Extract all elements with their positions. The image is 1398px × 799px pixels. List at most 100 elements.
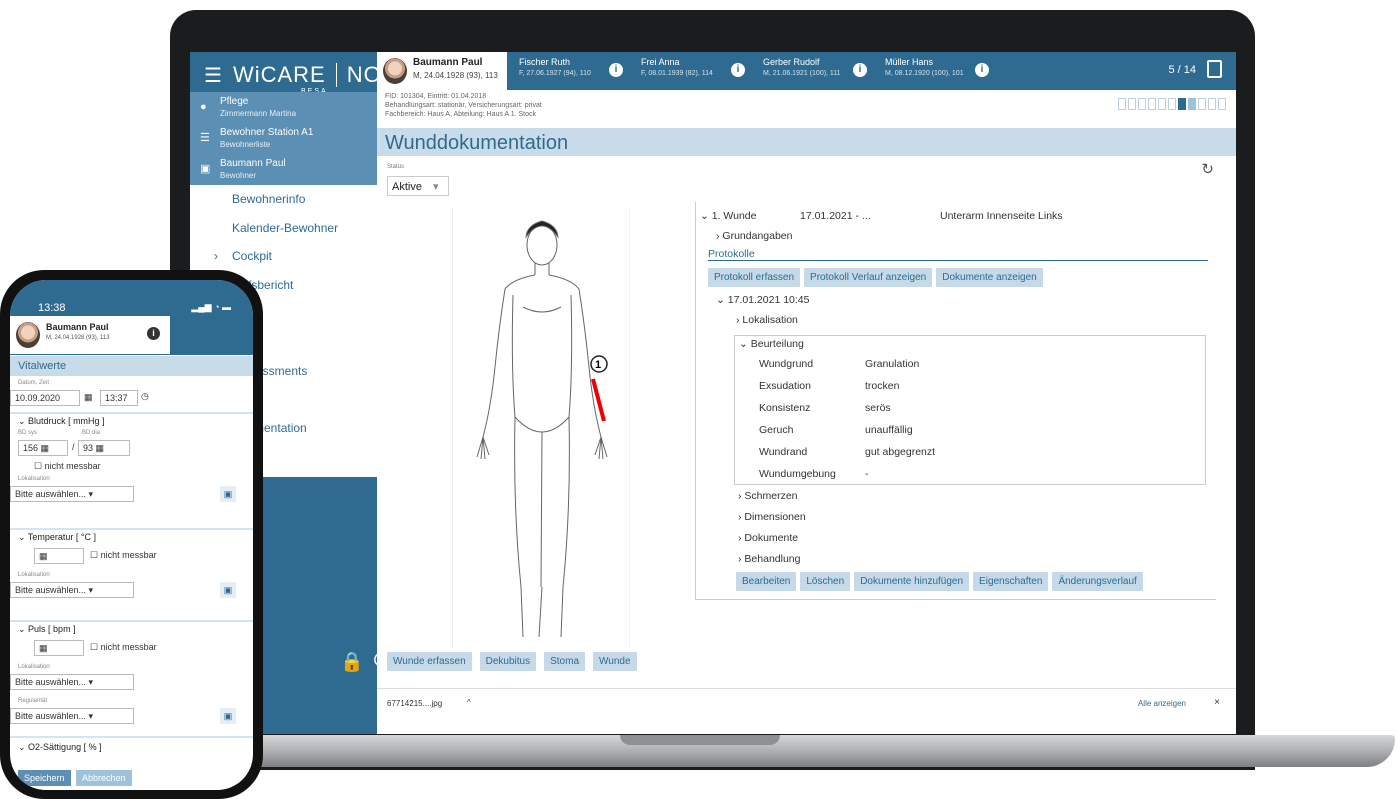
- info-icon[interactable]: i: [731, 63, 745, 77]
- tab-patient[interactable]: Gerber Rudolf M, 21.06.1921 (100), 111 i: [755, 52, 873, 90]
- section-divider: [10, 736, 253, 738]
- sidebar-item-kalender[interactable]: Kalender-Bewohner: [190, 214, 377, 243]
- select-placeholder: Bitte auswählen...: [15, 585, 87, 595]
- dia-input[interactable]: 93 ▦: [78, 440, 130, 456]
- section-row[interactable]: › Schmerzen: [738, 490, 798, 502]
- bp-not-measurable[interactable]: ☐ nicht messbar: [34, 461, 101, 472]
- tab-active-patient[interactable]: Baumann Paul M, 24.04.1928 (93), 113: [377, 52, 507, 90]
- show-all-link[interactable]: Alle anzeigen: [1138, 699, 1186, 708]
- sidebar-item-bewohnerinfo[interactable]: Bewohnerinfo: [190, 185, 377, 214]
- chevron-right-icon: ›: [738, 553, 742, 565]
- keypad-icon: ▦: [40, 443, 50, 453]
- sidebar-block-station[interactable]: ☰ Bewohner Station A1 Bewohnerliste: [190, 123, 377, 157]
- comment-icon[interactable]: ▣: [220, 582, 236, 598]
- sidebar-block-patient[interactable]: ▣ Baumann Paul Bewohner: [190, 154, 377, 188]
- menu-label: Kalender-Bewohner: [232, 220, 339, 235]
- refresh-icon[interactable]: ↻: [1201, 160, 1214, 178]
- info-icon[interactable]: i: [975, 63, 989, 77]
- field-label: Geruch: [759, 424, 794, 436]
- pulse-section[interactable]: ⌄ Puls [ bpm ]: [18, 624, 76, 635]
- field-label: Wundumgebung: [759, 468, 836, 480]
- app-logo: ☰ WiCARE NOW BESA: [204, 62, 403, 95]
- lock-icon[interactable]: 🔒: [340, 650, 364, 674]
- patient-details: M, 24.04.1928 (93), 113: [413, 71, 498, 80]
- section-divider: [10, 620, 253, 622]
- save-button[interactable]: Speichern: [18, 770, 71, 786]
- section-row[interactable]: › Dokumente: [738, 532, 798, 544]
- info-icon[interactable]: i: [609, 63, 623, 77]
- time-input[interactable]: 13:37: [100, 390, 138, 406]
- pulse-rhythm-select[interactable]: Bitte auswählen... ▾: [10, 708, 134, 724]
- chevron-right-icon: ›: [736, 314, 740, 326]
- field-value: Granulation: [865, 358, 920, 370]
- comment-icon[interactable]: ▣: [220, 708, 236, 724]
- status-select[interactable]: Aktive ▾: [387, 176, 449, 196]
- pulse-location-select[interactable]: Bitte auswählen... ▾: [10, 674, 134, 690]
- sidebar-block-pflege[interactable]: ● Pflege Zimmermann Martina: [190, 92, 377, 126]
- bp-title: Blutdruck [ mmHg ]: [28, 416, 105, 426]
- list-icon: ☰: [200, 132, 210, 144]
- tab-patient[interactable]: Müller Hans M, 08.12.1920 (100), 101 i: [877, 52, 995, 90]
- dokumente-hinzufuegen-button[interactable]: Dokumente hinzufügen: [854, 572, 970, 591]
- tab-patient[interactable]: Fischer Ruth F, 27.06.1927 (94), 110 i: [511, 52, 629, 90]
- sidebar-item-cockpit[interactable]: › Cockpit: [190, 242, 377, 271]
- bp-section[interactable]: ⌄ Blutdruck [ mmHg ]: [18, 416, 105, 427]
- tab-name: Gerber Rudolf: [763, 57, 820, 67]
- sys-input[interactable]: 156 ▦: [18, 440, 68, 456]
- beurteilung-row[interactable]: ⌄ Beurteilung: [739, 338, 804, 350]
- temp-section[interactable]: ⌄ Temperatur [ °C ]: [18, 532, 96, 543]
- cancel-button[interactable]: Abbrechen: [76, 770, 132, 786]
- info-icon[interactable]: i: [147, 327, 160, 340]
- grundangaben-row[interactable]: › Grundangaben: [716, 230, 792, 242]
- calendar-icon[interactable]: ▦: [84, 392, 93, 403]
- wound-header[interactable]: ⌄ 1. Wunde 17.01.2021 - ... Unterarm Inn…: [700, 210, 1063, 222]
- wound-title: 1. Wunde: [711, 210, 757, 222]
- protokoll-erfassen-button[interactable]: Protokoll erfassen: [708, 268, 801, 287]
- temp-location-select[interactable]: Bitte auswählen... ▾: [10, 582, 134, 598]
- pulse-not-measurable[interactable]: ☐ nicht messbar: [90, 642, 157, 653]
- block-title: Pflege: [220, 96, 249, 107]
- o2-section[interactable]: ⌄ O2-Sättigung [ % ]: [18, 742, 102, 753]
- comment-icon[interactable]: ▣: [220, 486, 236, 502]
- tab-patient[interactable]: Frei Anna F, 08.01.1939 (82), 114 i: [633, 52, 751, 90]
- loeschen-button[interactable]: Löschen: [800, 572, 851, 591]
- wunde-button[interactable]: Wunde: [593, 652, 637, 671]
- wunde-erfassen-button[interactable]: Wunde erfassen: [387, 652, 472, 671]
- section-row[interactable]: › Behandlung: [738, 553, 800, 565]
- body-figure[interactable]: 1: [453, 207, 631, 647]
- dokumente-anzeigen-button[interactable]: Dokumente anzeigen: [936, 268, 1043, 287]
- info-icon[interactable]: i: [853, 63, 867, 77]
- badge-icon: ▣: [200, 163, 211, 175]
- dekubitus-button[interactable]: Dekubitus: [479, 652, 537, 671]
- field-value: gut abgegrenzt: [865, 446, 936, 458]
- grundangaben-label: Grundangaben: [722, 230, 793, 242]
- protokoll-entry[interactable]: ⌄ 17.01.2021 10:45: [716, 294, 809, 306]
- menu-icon[interactable]: ☰: [204, 63, 223, 88]
- bp-location-select[interactable]: Bitte auswählen... ▾: [10, 486, 134, 502]
- clock-icon[interactable]: ◷: [141, 391, 149, 402]
- protokoll-verlauf-button[interactable]: Protokoll Verlauf anzeigen: [804, 268, 933, 287]
- close-icon[interactable]: ×: [1214, 697, 1220, 708]
- sys-label: BD sys: [18, 430, 38, 436]
- chevron-up-icon[interactable]: ^: [467, 698, 471, 707]
- phone-screen: 13:38 ▂▄▆ ◔ ▬ Baumann Paul M, 24.04.1928…: [10, 280, 253, 790]
- user-icon: ●: [200, 101, 207, 113]
- date-input[interactable]: 10.09.2020: [10, 390, 80, 406]
- temp-input[interactable]: ▦: [34, 548, 84, 564]
- location-label: Lokalisation: [18, 476, 50, 482]
- download-file[interactable]: 67714215....jpg: [387, 699, 442, 708]
- pulse-input[interactable]: ▦: [34, 640, 84, 656]
- keypad-icon: ▦: [39, 643, 48, 653]
- patient-list-icon[interactable]: [1207, 60, 1222, 78]
- eigenschaften-button[interactable]: Eigenschaften: [973, 572, 1049, 591]
- phone-title: Vitalwerte: [10, 356, 253, 376]
- temp-not-measurable[interactable]: ☐ nicht messbar: [90, 550, 157, 561]
- tab-name: Müller Hans: [885, 57, 934, 67]
- phone-patient[interactable]: Baumann Paul M, 24.04.1928 (93), 113 i: [10, 316, 170, 354]
- section-row[interactable]: › Dimensionen: [738, 511, 806, 523]
- aenderungsverlauf-button[interactable]: Änderungsverlauf: [1052, 572, 1143, 591]
- lokalisation-row[interactable]: › Lokalisation: [736, 314, 798, 326]
- wound-marker[interactable]: 1: [595, 359, 601, 371]
- stoma-button[interactable]: Stoma: [544, 652, 586, 671]
- bearbeiten-button[interactable]: Bearbeiten: [736, 572, 797, 591]
